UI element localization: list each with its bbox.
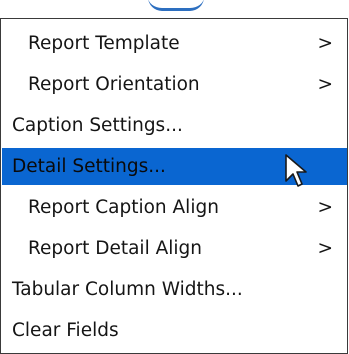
- submenu-arrow-icon: >: [317, 197, 333, 218]
- menu-item-label: Report Caption Align: [28, 197, 219, 218]
- menu-item-report-detail-align[interactable]: Report Detail Align >: [2, 230, 347, 267]
- submenu-arrow-icon: >: [317, 238, 333, 259]
- submenu-arrow-icon: >: [317, 74, 333, 95]
- menu-item-report-caption-align[interactable]: Report Caption Align >: [2, 189, 347, 226]
- menu-item-label: Clear Fields: [12, 320, 119, 341]
- submenu-arrow-icon: >: [317, 33, 333, 54]
- menu-item-label: Report Orientation: [28, 74, 200, 95]
- menu-item-label: Report Detail Align: [28, 238, 202, 259]
- mouse-pointer-icon: [285, 154, 307, 187]
- menu-item-report-template[interactable]: Report Template >: [2, 25, 347, 62]
- menu-item-clear-fields[interactable]: Clear Fields: [2, 312, 347, 349]
- menu-item-caption-settings[interactable]: Caption Settings...: [2, 107, 347, 144]
- menu-item-report-orientation[interactable]: Report Orientation >: [2, 66, 347, 103]
- screen: Report Template > Report Orientation > C…: [0, 0, 349, 354]
- menu-item-label: Report Template: [28, 33, 180, 54]
- menu-item-label: Tabular Column Widths...: [12, 279, 243, 300]
- menu-item-tabular-column-widths[interactable]: Tabular Column Widths...: [2, 271, 347, 308]
- menu-item-label: Detail Settings...: [12, 156, 166, 177]
- menu-item-label: Caption Settings...: [12, 115, 183, 136]
- parent-ui-decoration: [148, 0, 204, 11]
